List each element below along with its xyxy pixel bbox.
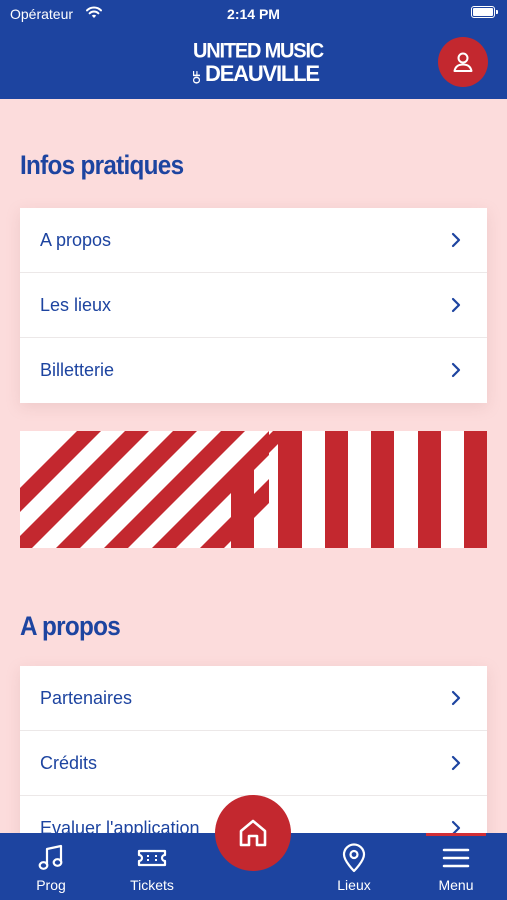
- profile-button[interactable]: [438, 37, 488, 87]
- chevron-right-icon: [451, 690, 461, 706]
- map-pin-icon: [342, 843, 366, 873]
- list-item-label: Crédits: [40, 752, 98, 773]
- chevron-right-icon: [451, 755, 461, 771]
- list-item-label: A propos: [40, 229, 112, 250]
- tab-label: Prog: [36, 877, 66, 893]
- app-logo: UNITED MUSIC OF DEAUVILLE: [192, 39, 324, 86]
- battery-icon: [471, 6, 498, 18]
- section-title-infos-pratiques: Infos pratiques: [20, 150, 184, 180]
- list-item-label: Partenaires: [40, 687, 133, 708]
- home-icon: [239, 819, 267, 847]
- list-item-billetterie[interactable]: Billetterie: [20, 338, 487, 403]
- section-title-a-propos: A propos: [20, 611, 121, 641]
- logo-line-1: UNITED MUSIC: [193, 39, 324, 63]
- status-time: 2:14 PM: [227, 6, 280, 22]
- chevron-right-icon: [451, 362, 461, 378]
- ticket-icon: [137, 849, 167, 867]
- tab-label: Lieux: [337, 877, 371, 893]
- chevron-right-icon: [451, 297, 461, 313]
- tab-label: Tickets: [130, 877, 174, 893]
- list-item-a-propos[interactable]: A propos: [20, 208, 487, 273]
- tab-prog[interactable]: Prog: [11, 833, 91, 900]
- home-button[interactable]: [215, 795, 291, 871]
- tab-lieux[interactable]: Lieux: [314, 833, 394, 900]
- active-tab-indicator: [426, 833, 486, 836]
- chevron-right-icon: [451, 232, 461, 248]
- infos-pratiques-list: A propos Les lieux Billetterie: [20, 208, 487, 403]
- list-item-les-lieux[interactable]: Les lieux: [20, 273, 487, 338]
- logo-of: OF: [192, 71, 203, 84]
- logo-line-2: DEAUVILLE: [205, 61, 320, 86]
- list-item-partenaires[interactable]: Partenaires: [20, 666, 487, 731]
- stripes-graphic: [20, 431, 487, 548]
- tab-label: Menu: [438, 877, 474, 893]
- user-icon: [453, 52, 473, 72]
- hamburger-icon: [442, 848, 470, 868]
- tab-tickets[interactable]: Tickets: [112, 833, 192, 900]
- tab-menu[interactable]: Menu: [416, 833, 496, 900]
- app-header: Opérateur 2:14 PM UNITED MUSIC OF DEAUVI…: [0, 0, 507, 99]
- list-item-label: Les lieux: [40, 294, 112, 315]
- list-item-credits[interactable]: Crédits: [20, 731, 487, 796]
- music-note-icon: [38, 844, 63, 870]
- list-item-label: Billetterie: [40, 360, 115, 380]
- decorative-stripes-banner: [20, 431, 487, 548]
- status-bar: Opérateur 2:14 PM: [0, 0, 507, 28]
